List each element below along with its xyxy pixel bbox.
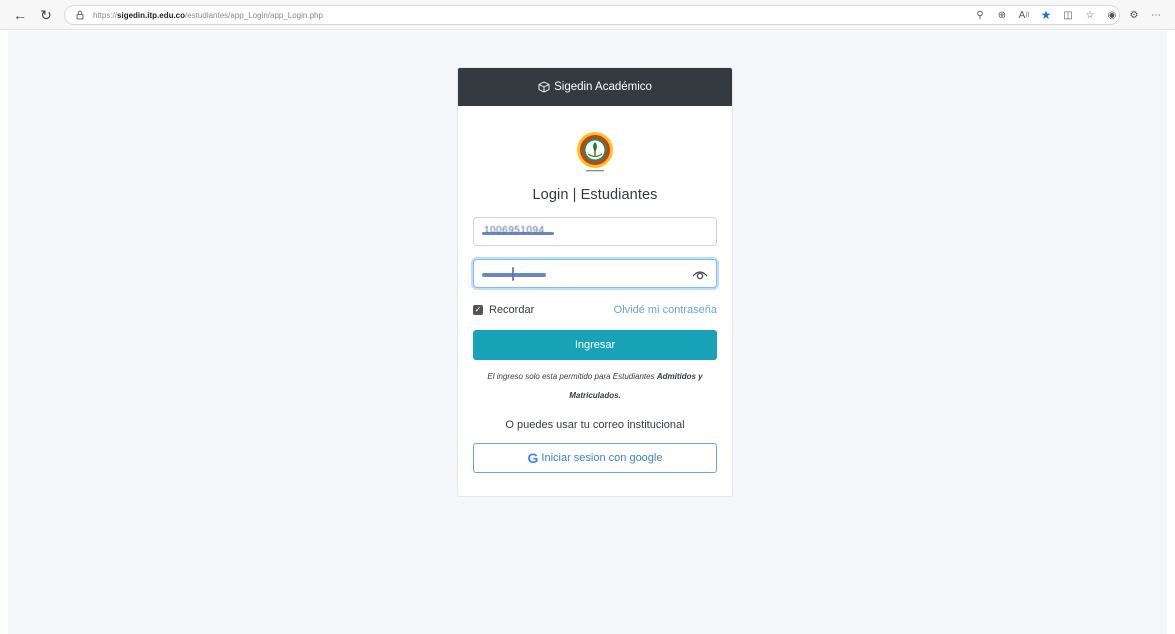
password-cursor-mark [512,267,514,281]
extensions-icon[interactable]: ⚙ [1123,5,1145,25]
split-screen-icon[interactable]: ◫ [1057,5,1079,25]
remember-row: ✓ Recordar Olvidé mi contraseña [473,304,717,316]
eye-icon[interactable] [692,266,708,282]
password-redaction [482,273,546,277]
cube-icon [538,81,550,93]
login-note: El ingreso solo esta permitido para Estu… [473,367,717,405]
more-icon[interactable]: ⋯ [1145,5,1167,25]
login-card: Sigedin Académico Login | Estudiantes 10… [457,67,733,497]
toolbar-icons: ⚲ ⊕ A)) ★ ◫ ☆ ◉ ⚙ ⋯ [969,5,1167,25]
remember-checkbox[interactable]: ✓ Recordar [473,304,534,316]
url-host: sigedin.itp.edu.co [117,10,186,20]
collections-icon[interactable]: ◉ [1101,5,1123,25]
google-signin-label: Iniciar sesion con google [541,452,663,464]
back-arrow-icon[interactable]: ← [10,5,30,25]
reload-icon[interactable]: ↻ [36,5,56,25]
page-viewport: Sigedin Académico Login | Estudiantes 10… [8,31,1167,634]
institution-logo [572,130,618,176]
google-g-icon: G [527,450,539,466]
url-prefix: https:// [93,10,118,20]
zoom-icon[interactable]: ⊕ [991,5,1013,25]
username-field[interactable]: 1006951094 [473,217,717,246]
login-button[interactable]: Ingresar [473,330,717,360]
google-signin-button[interactable]: G Iniciar sesion con google [473,443,717,473]
forgot-password-link[interactable]: Olvidé mi contraseña [614,304,717,316]
password-field[interactable] [473,259,717,288]
favorite-star-icon[interactable]: ★ [1035,5,1057,25]
login-title: Login | Estudiantes [532,187,658,203]
lock-icon[interactable] [75,10,85,20]
read-aloud-icon[interactable]: A)) [1013,5,1035,25]
search-page-icon[interactable]: ⚲ [969,5,991,25]
note-text: El ingreso solo esta permitido para Estu… [487,372,657,381]
username-redaction [482,232,554,235]
address-bar[interactable]: https://sigedin.itp.edu.co/estudiantes/a… [64,5,1120,25]
favorites-icon[interactable]: ☆ [1079,5,1101,25]
url-path: /estudiantes/app_Login/app_Login.php [185,10,323,20]
remember-label: Recordar [489,304,535,316]
browser-toolbar: ← ↻ https://sigedin.itp.edu.co/estudiant… [0,0,1175,30]
header-title: Sigedin Académico [554,81,652,93]
alternative-login-text: O puedes usar tu correo institucional [505,419,685,431]
checkbox-checked-icon[interactable]: ✓ [473,305,483,315]
card-header: Sigedin Académico [458,68,732,106]
